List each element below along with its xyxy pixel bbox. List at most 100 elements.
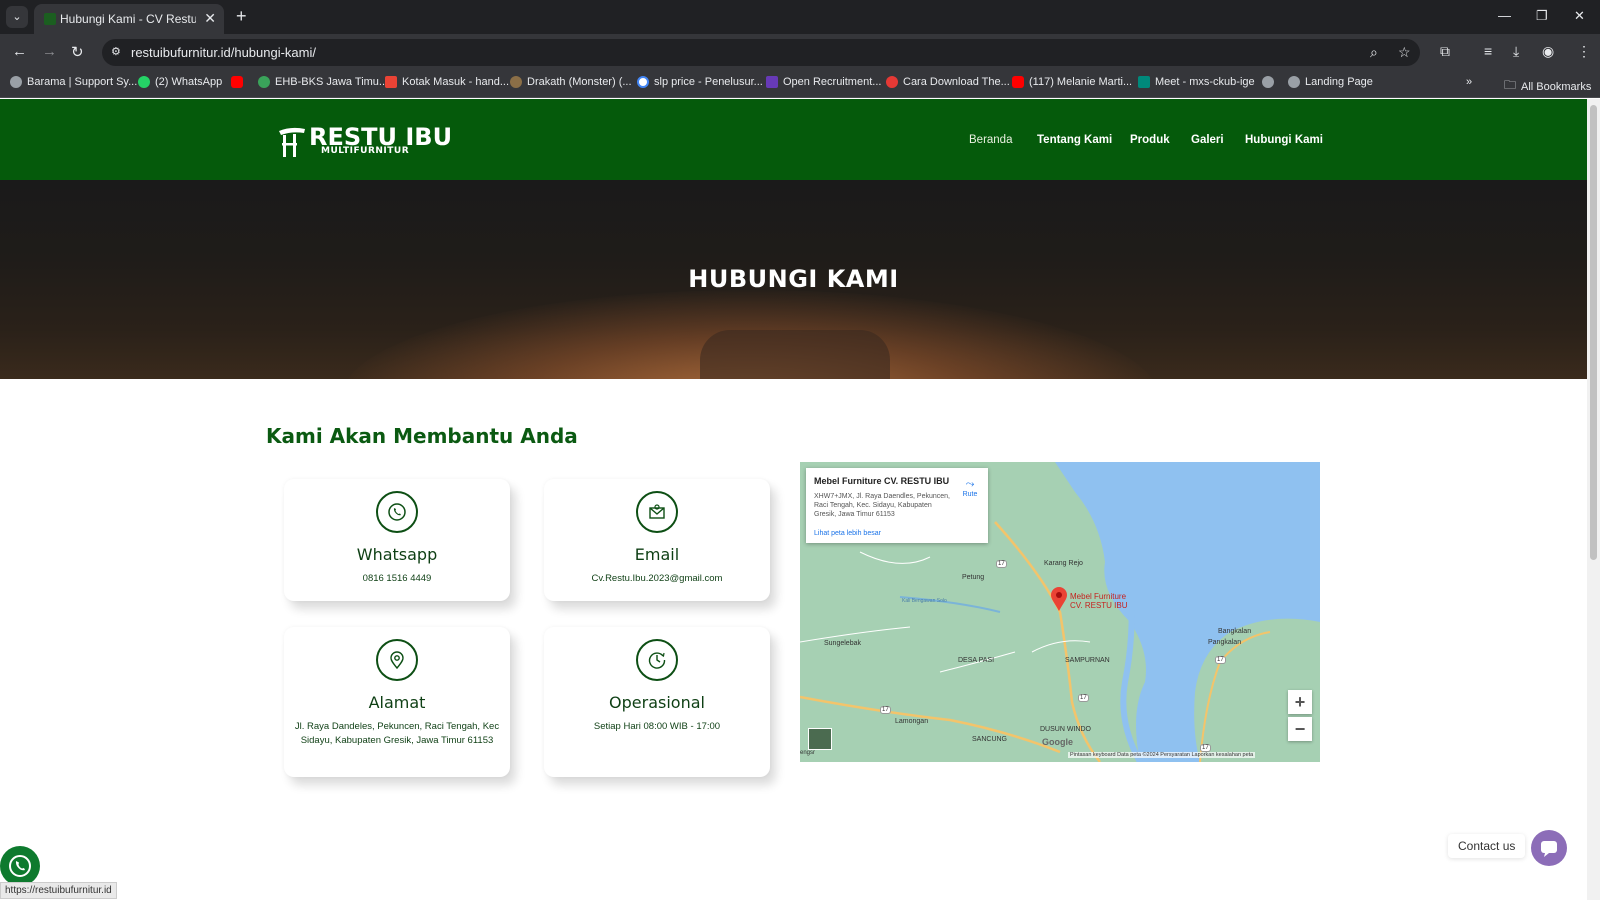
larger-map-link[interactable]: Lihat peta lebih besar (814, 530, 881, 537)
tab-favicon-icon (44, 13, 56, 25)
google-icon (637, 76, 649, 88)
bookmark-item[interactable]: (2) WhatsApp (138, 76, 222, 88)
email-card[interactable]: Email Cv.Restu.Ibu.2023@gmail.com (544, 479, 770, 601)
map-place-address: XHW7+JMX, Jl. Raya Daendles, Pekuncen, R… (814, 493, 950, 518)
bookmark-item[interactable] (1262, 76, 1279, 88)
email-icon (636, 491, 678, 533)
hours-card[interactable]: Operasional Setiap Hari 08:00 WIB - 17:0… (544, 627, 770, 777)
road-number: 17 (996, 560, 1007, 568)
bookmarks-overflow-icon[interactable]: » (1466, 76, 1472, 88)
page-scrollbar[interactable] (1587, 99, 1600, 900)
globe-icon (1262, 76, 1274, 88)
card-text: Cv.Restu.Ibu.2023@gmail.com (591, 573, 723, 584)
zoom-icon[interactable]: ⌕ (1370, 44, 1378, 61)
nav-hubungi-kami[interactable]: Hubungi Kami (1245, 134, 1323, 146)
download-icon[interactable]: ⤓ (1513, 43, 1519, 60)
bookmark-item[interactable]: Cara Download The... (886, 76, 1010, 88)
bookmark-item[interactable]: slp price - Penelusur... (637, 76, 763, 88)
map-place-name: Mebel Furniture CV. RESTU IBU (814, 476, 950, 486)
hero-banner: HUBUNGI KAMI (0, 180, 1587, 379)
hero-phone-shape (700, 330, 890, 379)
logo-sub-text: MULTIFURNITUR (321, 146, 410, 156)
bookmark-item[interactable]: (117) Melanie Marti... (1012, 76, 1132, 88)
bookmark-item[interactable]: Drakath (Monster) (... (510, 76, 632, 88)
map-place-label: DUSUN WINDO (1040, 726, 1091, 733)
forward-icon[interactable]: → (42, 43, 57, 60)
card-title: Whatsapp (356, 545, 438, 564)
tab-close-icon[interactable]: ✕ (204, 10, 216, 27)
back-icon[interactable]: ← (12, 43, 27, 60)
map-pin-icon[interactable] (1051, 587, 1067, 611)
whatsapp-float-button[interactable] (0, 846, 40, 886)
directions-icon: ⤳ (965, 478, 975, 490)
address-url[interactable]: restuibufurnitur.id/hubungi-kami/ (131, 45, 316, 60)
bookmark-item[interactable]: Landing Page (1288, 76, 1373, 88)
chat-icon (1541, 841, 1557, 857)
google-map-embed[interactable]: Mebel Furniture CV. RESTU IBU XHW7+JMX, … (800, 462, 1320, 762)
card-title: Alamat (368, 693, 426, 712)
bookmark-item[interactable]: Meet - mxs-ckub-ige (1138, 76, 1255, 88)
bookmark-item[interactable]: Open Recruitment... (766, 76, 881, 88)
map-place-label: Pangkalan (1208, 639, 1242, 646)
page-viewport: RESTU IBU MULTIFURNITUR Beranda Tentang … (0, 99, 1587, 900)
youtube-icon (1012, 76, 1024, 88)
site-info-icon[interactable]: ⚙ (111, 45, 125, 59)
nav-tentang-kami[interactable]: Tentang Kami (1037, 134, 1112, 146)
profile-icon[interactable]: ◉ (1542, 43, 1554, 60)
contact-us-label[interactable]: Contact us (1448, 834, 1526, 858)
extensions-icon[interactable]: ⧉ (1440, 43, 1450, 60)
page-title: HUBUNGI KAMI (688, 265, 899, 293)
zoom-out-button[interactable]: − (1288, 717, 1312, 741)
nav-produk[interactable]: Produk (1130, 134, 1170, 146)
menu-icon[interactable]: ⋮ (1577, 43, 1591, 60)
bookmark-item[interactable]: EHB-BKS Jawa Timu... (258, 76, 388, 88)
bookmark-star-icon[interactable]: ☆ (1398, 44, 1411, 61)
card-text: Jl. Raya Dandeles, Pekuncen, Raci Tengah… (294, 721, 500, 746)
contact-us-button[interactable] (1531, 830, 1567, 866)
site-header: RESTU IBU MULTIFURNITUR Beranda Tentang … (0, 99, 1587, 180)
site-logo[interactable]: RESTU IBU MULTIFURNITUR (277, 123, 452, 159)
tab-title: Hubungi Kami - CV Restu Ibu F (60, 12, 196, 26)
minimize-icon[interactable]: — (1498, 8, 1511, 23)
zoom-in-button[interactable]: + (1288, 690, 1312, 714)
map-place-label: Lamongan (895, 718, 929, 725)
nav-beranda[interactable]: Beranda (969, 134, 1012, 146)
meet-icon (1138, 76, 1150, 88)
bookmark-favicon-icon (510, 76, 522, 88)
tab-search-icon[interactable]: ⌄ (6, 6, 28, 28)
address-bar[interactable]: ⚙ restuibufurnitur.id/hubungi-kami/ ⌕ ☆ (102, 39, 1420, 66)
bookmark-item[interactable]: Barama | Support Sy... (10, 76, 137, 88)
browser-tab[interactable]: Hubungi Kami - CV Restu Ibu F ✕ (34, 4, 224, 34)
media-icon[interactable]: ≡ (1484, 43, 1492, 59)
bookmark-item[interactable] (231, 76, 248, 88)
bookmark-item[interactable]: Kotak Masuk - hand... (385, 76, 509, 88)
scrollbar-thumb[interactable] (1590, 105, 1597, 560)
browser-toolbar: ← → ↻ ⚙ restuibufurnitur.id/hubungi-kami… (0, 34, 1600, 70)
folder-icon: 🗀 (1504, 78, 1517, 92)
map-place-label: SANCUNG (972, 736, 1008, 743)
whatsapp-favicon-icon (138, 76, 150, 88)
whatsapp-card[interactable]: Whatsapp 0816 1516 4449 (284, 479, 510, 601)
map-place-label: DESA PASI (958, 657, 995, 664)
bookmarks-bar: Barama | Support Sy... (2) WhatsApp EHB-… (0, 70, 1600, 98)
browser-tab-bar: ⌄ Hubungi Kami - CV Restu Ibu F ✕ + — ❐ … (0, 0, 1600, 34)
nav-galeri[interactable]: Galeri (1191, 134, 1224, 146)
globe-icon (1288, 76, 1300, 88)
address-card[interactable]: Alamat Jl. Raya Dandeles, Pekuncen, Raci… (284, 627, 510, 777)
all-bookmarks[interactable]: 🗀 All Bookmarks (1504, 76, 1591, 97)
directions-label: Rute (962, 491, 978, 498)
map-pin-label: Mebel Furniture CV. RESTU IBU (1070, 592, 1128, 610)
bookmark-favicon-icon (258, 76, 270, 88)
window-close-icon[interactable]: ✕ (1574, 8, 1585, 24)
map-footer[interactable]: Pintasan keyboard Data peta ©2024 Persya… (1068, 752, 1256, 758)
directions-button[interactable]: ⤳ Rute (958, 478, 982, 498)
satellite-layer-toggle[interactable] (808, 728, 832, 750)
map-place-label: Sungelebak (824, 640, 861, 647)
new-tab-icon[interactable]: + (236, 6, 247, 27)
map-pin-label-line: CV. RESTU IBU (1070, 601, 1128, 610)
restore-icon[interactable]: ❐ (1536, 8, 1548, 24)
road-number: 17 (1215, 656, 1226, 664)
map-info-card: Mebel Furniture CV. RESTU IBU XHW7+JMX, … (806, 468, 988, 543)
road-number: 17 (1078, 694, 1089, 702)
reload-icon[interactable]: ↻ (71, 43, 84, 61)
